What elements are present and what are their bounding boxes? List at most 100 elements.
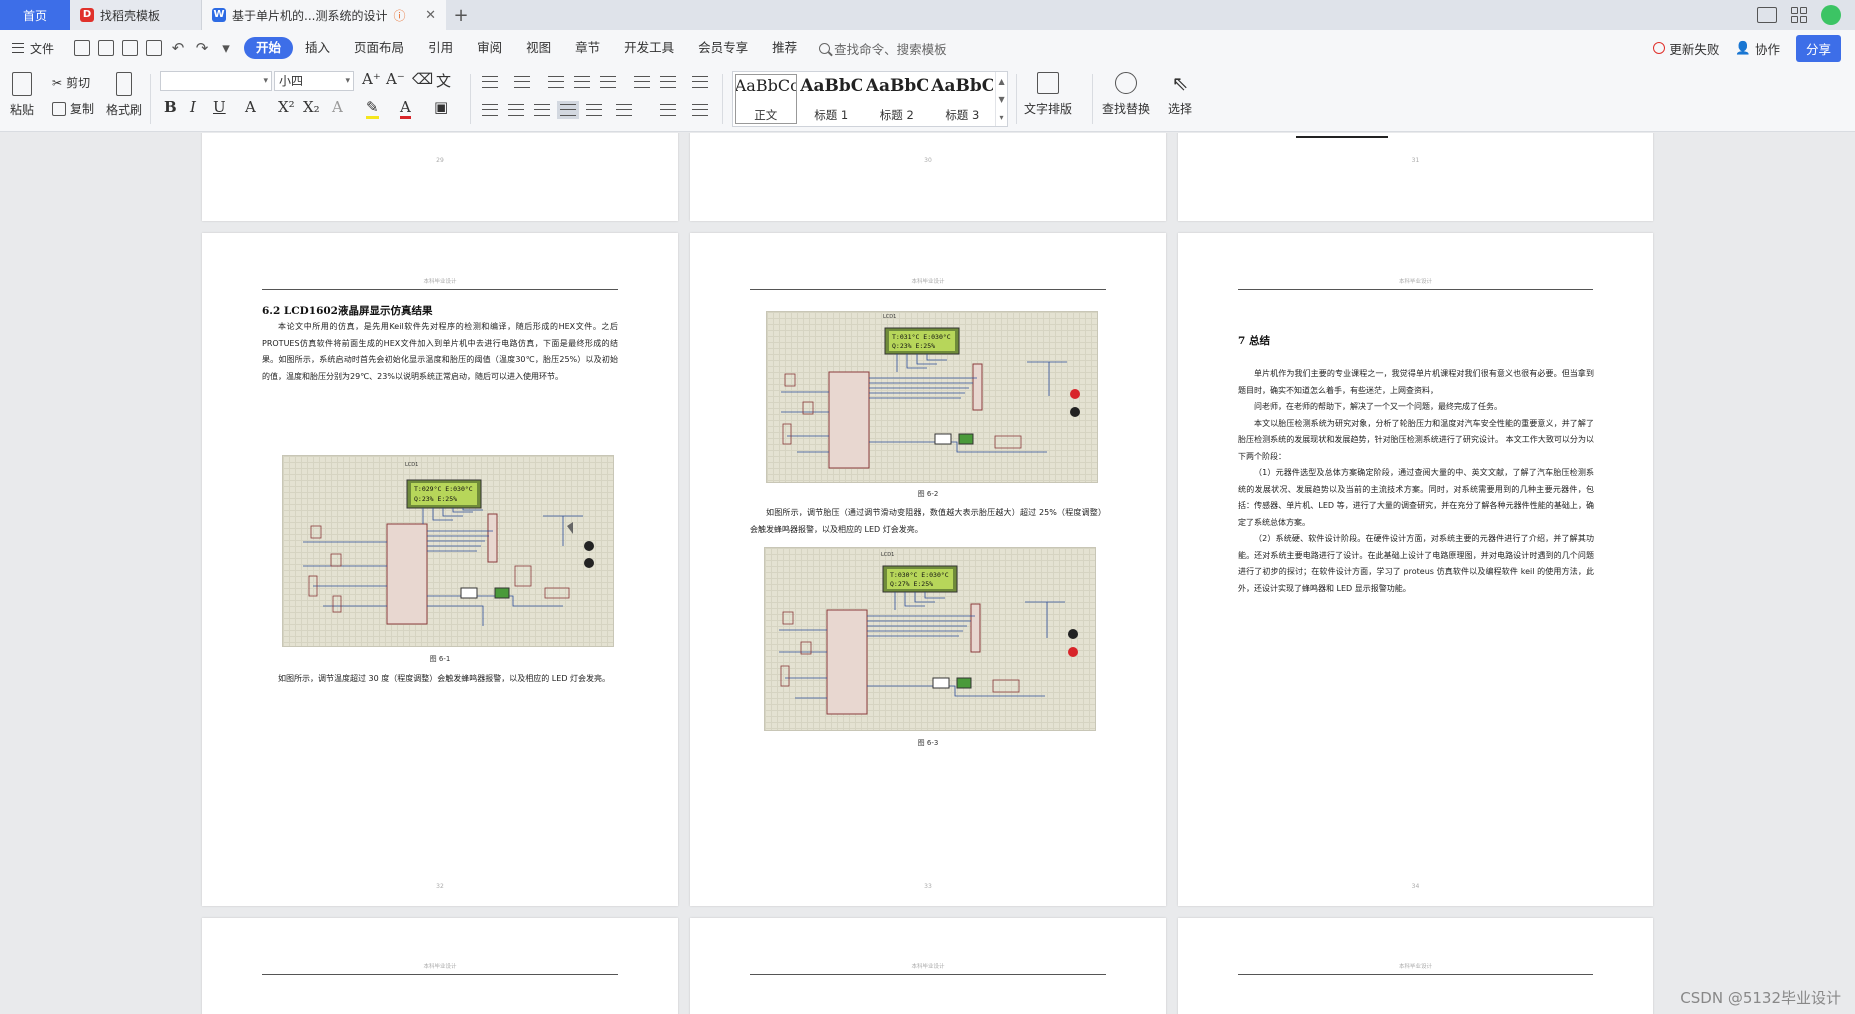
writer-doc-icon: W — [212, 8, 226, 22]
close-tab-icon[interactable]: ✕ — [425, 8, 436, 23]
tab-template[interactable]: D 找稻壳模板 — [70, 0, 202, 30]
style-normal[interactable]: AaBbCcI 正文 — [733, 72, 799, 126]
underline-icon[interactable]: U — [213, 98, 226, 116]
italic-icon[interactable]: I — [190, 98, 196, 116]
highlight-icon[interactable]: ✎ — [366, 98, 379, 119]
command-search[interactable]: 查找命令、搜索模板 — [809, 39, 957, 58]
menu-section[interactable]: 章节 — [563, 37, 612, 59]
paste-icon — [12, 72, 32, 96]
menu-insert[interactable]: 插入 — [293, 37, 342, 59]
brush-icon — [116, 72, 132, 96]
style-heading-1[interactable]: AaBbC 标题 1 — [799, 72, 865, 126]
cut-label: 剪切 — [66, 76, 91, 90]
reading-mode-icon[interactable] — [1757, 7, 1777, 23]
paste-button[interactable]: 粘贴 — [10, 72, 34, 118]
menu-start[interactable]: 开始 — [244, 37, 294, 59]
paste-label: 粘贴 — [10, 103, 35, 117]
cloud-error-icon — [1653, 42, 1666, 54]
circuit-schematic-6-2: LCD1 T:031°C E:030°C Q:23% E:25% — [766, 311, 1098, 483]
font-size-select[interactable]: 小四 — [274, 71, 354, 91]
grow-font-icon[interactable]: A⁺ — [362, 70, 381, 88]
export-pdf-icon[interactable] — [98, 40, 115, 56]
show-marks-icon[interactable] — [660, 76, 676, 88]
menu-view[interactable]: 视图 — [514, 37, 563, 59]
format-painter-button[interactable]: 格式刷 — [106, 72, 142, 118]
align-right-icon[interactable] — [534, 104, 550, 116]
share-button[interactable]: 分享 — [1795, 34, 1841, 62]
sync-warning-icon[interactable]: ⓘ — [393, 7, 405, 24]
text-effect-icon[interactable]: A — [332, 98, 343, 116]
menu-member[interactable]: 会员专享 — [686, 37, 760, 59]
lcd-line-1: T:030°C E:030°C — [890, 571, 949, 579]
paragraph: 问老师，在老师的帮助下，解决了一个又一个问题，最终完成了任务。 — [1254, 402, 1502, 411]
menu-recommend[interactable]: 推荐 — [760, 37, 809, 59]
user-avatar[interactable] — [1821, 5, 1841, 25]
print-preview-icon[interactable] — [146, 40, 163, 56]
clear-format-icon[interactable]: ⌫ — [412, 70, 433, 88]
schematic-drawing: LCD1 T:031°C E:030°C Q:23% E:25% — [781, 314, 1080, 469]
superscript-icon[interactable]: X² — [278, 98, 295, 116]
chevron-down-icon[interactable]: ▼ — [998, 95, 1004, 104]
share-label: 分享 — [1805, 41, 1831, 57]
customize-chevron-icon[interactable]: ▾ — [218, 40, 234, 56]
page-33: 本科毕业设计 LCD1 T:031°C E:030°C Q:23% E:25% — [690, 233, 1166, 906]
file-menu[interactable]: 文件 — [12, 40, 64, 57]
undo-icon[interactable]: ↶ — [170, 40, 186, 56]
cut-button[interactable]: ✂ 剪切 — [52, 74, 90, 91]
align-left-icon[interactable] — [482, 104, 498, 116]
decrease-indent-icon[interactable] — [548, 76, 564, 88]
style-sample: AaBbCcI — [734, 76, 797, 95]
font-name-select[interactable] — [160, 71, 272, 91]
style-heading-3[interactable]: AaBbC 标题 3 — [930, 72, 996, 126]
numbered-list-icon[interactable] — [514, 76, 530, 88]
new-tab-button[interactable]: + — [446, 0, 476, 30]
menu-page-layout[interactable]: 页面布局 — [342, 37, 416, 59]
lcd-line-2: Q:23% E:25% — [414, 495, 457, 503]
document-canvas[interactable]: 29 30 31 本科毕业设计 6.2 LCD1602液晶屏显示仿真结果 本论文… — [0, 133, 1855, 1014]
text-layout-button[interactable]: 文字排版 — [1024, 72, 1072, 117]
format-painter-label: 格式刷 — [106, 103, 143, 117]
update-failed-button[interactable]: 更新失败 — [1653, 39, 1719, 58]
find-replace-button[interactable]: 查找替换 — [1102, 72, 1150, 117]
save-icon[interactable] — [74, 40, 91, 56]
collaborate-button[interactable]: 👤 协作 — [1735, 39, 1780, 58]
chevron-up-icon[interactable]: ▲ — [998, 77, 1004, 86]
expand-icon[interactable]: ▾ — [1000, 113, 1004, 122]
strikethrough-icon[interactable]: A — [245, 98, 256, 116]
shrink-font-icon[interactable]: A⁻ — [386, 70, 405, 88]
align-center-icon[interactable] — [508, 104, 524, 116]
lcd-ref-label: LCD1 — [881, 552, 894, 558]
table-style-icon[interactable] — [692, 76, 708, 88]
borders-icon[interactable] — [692, 104, 708, 116]
figure-caption: 图 6-2 — [917, 490, 939, 498]
redo-icon[interactable]: ↷ — [194, 40, 210, 56]
style-sample: AaBbC — [931, 76, 994, 96]
menu-developer[interactable]: 开发工具 — [612, 37, 686, 59]
menu-references[interactable]: 引用 — [416, 37, 465, 59]
sort-icon[interactable] — [634, 76, 650, 88]
menu-review[interactable]: 审阅 — [465, 37, 514, 59]
tab-document[interactable]: W 基于单片机的...测系统的设计 ⓘ ✕ — [202, 0, 446, 30]
font-color-icon[interactable]: A — [400, 98, 411, 119]
align-justify-icon[interactable] — [557, 101, 579, 119]
select-button[interactable]: ⇖ 选择 — [1168, 72, 1192, 117]
style-heading-2[interactable]: AaBbC 标题 2 — [864, 72, 930, 126]
copy-button[interactable]: 复制 — [52, 100, 94, 117]
circuit-schematic-6-1: LCD1 T:029°C E:030°C Q:23% E:25% — [282, 455, 614, 647]
subscript-icon[interactable]: X₂ — [303, 98, 320, 116]
chinese-layout-icon[interactable] — [600, 76, 616, 88]
schematic-drawing: LCD1 T:029°C E:030°C Q:23% E:25% — [303, 462, 594, 626]
line-spacing-icon[interactable] — [616, 104, 632, 116]
bullet-list-icon[interactable] — [482, 76, 498, 88]
char-border-icon[interactable]: ▣ — [434, 98, 448, 116]
phonetic-icon[interactable]: 文 — [436, 70, 451, 91]
print-icon[interactable] — [122, 40, 139, 56]
styles-scroll[interactable]: ▲ ▼ ▾ — [995, 72, 1007, 126]
apps-grid-icon[interactable] — [1791, 7, 1807, 23]
distribute-icon[interactable] — [586, 104, 602, 116]
select-label: 选择 — [1168, 102, 1193, 116]
tab-home[interactable]: 首页 — [0, 0, 70, 30]
increase-indent-icon[interactable] — [574, 76, 590, 88]
shading-icon[interactable] — [660, 104, 676, 116]
bold-icon[interactable]: B — [164, 98, 177, 116]
